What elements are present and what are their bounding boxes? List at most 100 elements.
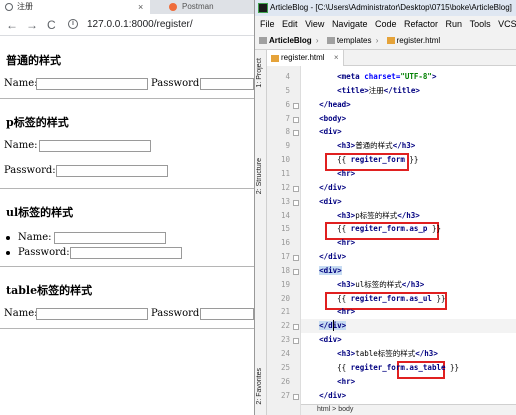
code-token: charset= [364, 72, 401, 81]
fold-marker-icon[interactable] [293, 338, 299, 345]
fold-marker-icon[interactable] [293, 324, 299, 331]
menu-refactor[interactable]: Refactor [404, 19, 438, 29]
code-line[interactable]: <div> [301, 264, 516, 278]
project-tool-tab[interactable]: 1: Project [256, 58, 263, 88]
address-bar: ← → C i 127.0.0.1:8000/register/ [0, 14, 254, 36]
reload-button[interactable]: C [47, 18, 56, 32]
breadcrumb-folder[interactable]: templates [337, 36, 372, 45]
code-line[interactable]: </head> [301, 98, 516, 112]
section-heading-ul: ul标签的样式 [6, 206, 74, 219]
menu-code[interactable]: Code [375, 19, 397, 29]
fold-marker-icon[interactable] [293, 185, 299, 192]
password-input[interactable] [56, 165, 168, 177]
code-line[interactable]: <h3>普通的样式</h3> [301, 139, 516, 153]
close-tab-icon[interactable]: × [334, 50, 339, 66]
code-token: <meta [337, 72, 365, 81]
name-input[interactable] [36, 308, 148, 320]
code-line[interactable]: <meta charset="UTF-8"> [301, 70, 516, 84]
code-token: </h3> [401, 279, 425, 289]
breadcrumb-file[interactable]: register.html [397, 36, 441, 45]
code-line[interactable]: {{ regiter_form.as_ul }} [301, 292, 516, 306]
browser-tab-postman[interactable]: Postman [152, 0, 252, 14]
code-token: <hr> [337, 307, 356, 317]
fold-marker-icon[interactable] [293, 393, 299, 400]
code-line[interactable]: <hr> [301, 375, 516, 389]
code-line[interactable]: <h3>table标签的样式</h3> [301, 347, 516, 361]
structure-tool-tab[interactable]: 2: Structure [256, 158, 263, 194]
name-input[interactable] [54, 232, 166, 244]
code-token: }} [445, 362, 460, 372]
line-number: 10 [280, 155, 290, 165]
password-input[interactable] [200, 308, 254, 320]
code-line[interactable]: {{ regiter_form.as_p }} [301, 222, 516, 236]
menu-navigate[interactable]: Navigate [332, 19, 368, 29]
code-line[interactable]: <hr> [301, 305, 516, 319]
url-field[interactable]: 127.0.0.1:8000/register/ [87, 17, 193, 33]
code-line[interactable]: <div> [301, 195, 516, 209]
line-number: 13 [280, 196, 290, 206]
code-line[interactable]: {{ regiter_form }} [301, 153, 516, 167]
code-line[interactable]: </div> [301, 250, 516, 264]
info-icon[interactable]: i [68, 19, 78, 29]
code-editor[interactable]: <meta charset="UTF-8"> <title>注册</title>… [301, 66, 516, 415]
menu-tools[interactable]: Tools [470, 19, 491, 29]
menu-vcs[interactable]: VCS [498, 19, 516, 29]
code-line[interactable]: <body> [301, 112, 516, 126]
fold-marker-icon[interactable] [293, 116, 299, 123]
code-line[interactable]: <hr> [301, 167, 516, 181]
fold-marker-icon[interactable] [293, 199, 299, 206]
code-line[interactable]: <hr> [301, 236, 516, 250]
code-line[interactable]: </div> [301, 389, 516, 403]
code-token: </h3> [397, 210, 420, 220]
name-input[interactable] [36, 78, 148, 90]
line-number: 18 [280, 265, 290, 275]
code-token: <hr> [337, 238, 356, 248]
browser-window: 注册 × Postman ← → C i 127.0.0.1:8000/regi… [0, 0, 254, 415]
html-file-icon [271, 55, 279, 62]
code-line[interactable]: <div> [301, 333, 516, 347]
password-input[interactable] [70, 247, 182, 259]
breadcrumb-project[interactable]: ArticleBlog [269, 36, 312, 45]
line-number: 14 [280, 210, 290, 220]
code-token: p标签的样式 [355, 210, 398, 220]
menu-run[interactable]: Run [446, 19, 463, 29]
tool-window-strip: 1: Project 2: Structure 2: Favorites [255, 50, 267, 415]
fold-marker-icon[interactable] [293, 255, 299, 262]
menu-edit[interactable]: Edit [282, 19, 298, 29]
code-line[interactable]: </div> [301, 181, 516, 195]
postman-icon [169, 3, 177, 11]
ide-title-bar: ArticleBlog - [C:\Users\Administrator\De… [255, 0, 516, 16]
code-line[interactable]: <title>注册</title> [301, 84, 516, 98]
code-line[interactable]: <div> [301, 125, 516, 139]
name-input[interactable] [39, 140, 151, 152]
code-token: regiter_form.as_ul [350, 293, 432, 303]
password-input[interactable] [200, 78, 254, 90]
code-line[interactable]: <h3>ul标签的样式</h3> [301, 278, 516, 292]
editor-tab-register[interactable]: register.html × [267, 50, 344, 66]
back-button[interactable]: ← [6, 18, 18, 32]
code-line[interactable]: {{ regiter_form.as_table }} [301, 361, 516, 375]
divider [0, 98, 254, 99]
menu-file[interactable]: File [260, 19, 275, 29]
fold-marker-icon[interactable] [293, 130, 299, 137]
line-number: 25 [280, 362, 290, 372]
fold-marker-icon[interactable] [293, 268, 299, 275]
forward-button[interactable]: → [26, 18, 38, 32]
favorites-tool-tab[interactable]: 2: Favorites [256, 368, 263, 405]
fold-marker-icon[interactable] [293, 102, 299, 109]
code-token: }} [431, 293, 446, 303]
code-token: > [431, 72, 437, 81]
code-line[interactable]: <h3>p标签的样式</h3> [301, 209, 516, 223]
menu-view[interactable]: View [305, 19, 324, 29]
close-tab-icon[interactable]: × [138, 0, 143, 14]
code-token: {{ [337, 155, 351, 165]
browser-tab-register[interactable]: 注册 × [0, 0, 150, 14]
code-token: <title> [337, 85, 369, 95]
